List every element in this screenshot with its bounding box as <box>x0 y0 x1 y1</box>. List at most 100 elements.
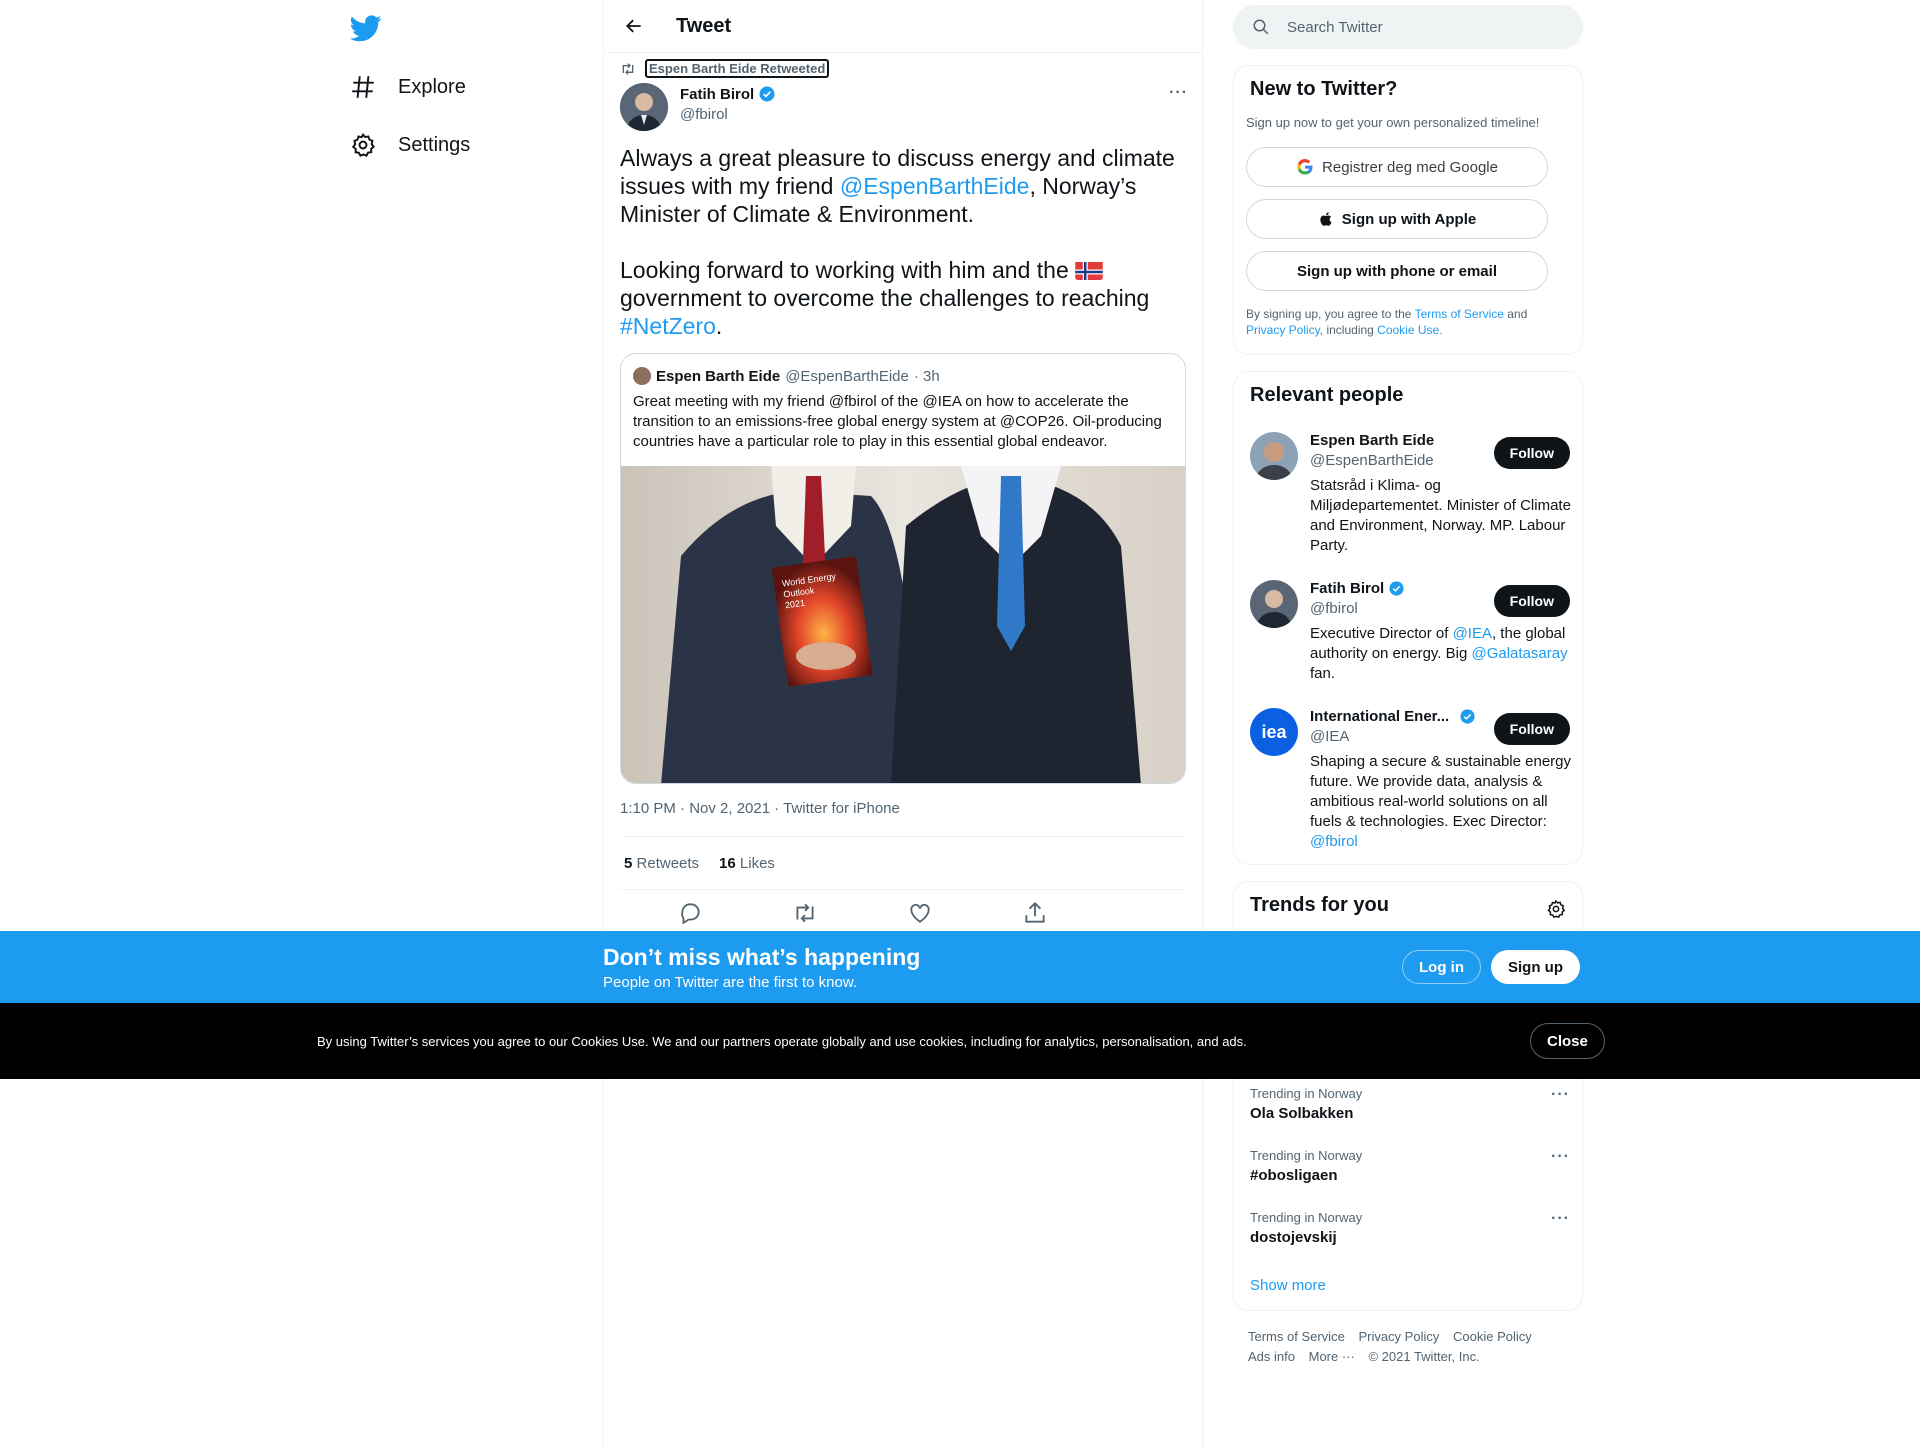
person-name[interactable]: Fatih Birol <box>1310 580 1384 597</box>
google-signup-button[interactable]: Registrer deg med Google <box>1246 147 1548 187</box>
person-handle[interactable]: @fbirol <box>1310 600 1358 617</box>
trend-context: Trending in Norway <box>1250 1210 1363 1225</box>
google-icon <box>1297 158 1313 175</box>
trend-item[interactable]: Trending in Norway Ola Solbakken ··· <box>1250 1086 1570 1122</box>
footer-link[interactable]: Ads info <box>1248 1349 1295 1364</box>
apple-icon <box>1320 212 1332 226</box>
footer-link[interactable]: More ··· <box>1309 1349 1355 1364</box>
hashtag-icon <box>352 76 374 98</box>
person-bio: Statsråd i Klima- og Miljødepartementet.… <box>1310 477 1571 554</box>
person-row[interactable]: Fatih Birol @fbirol Follow Executive Dir… <box>1250 580 1570 690</box>
person-name[interactable]: Espen Barth Eide <box>1310 432 1434 449</box>
trend-name[interactable]: Ola Solbakken <box>1250 1105 1570 1122</box>
person-handle[interactable]: @IEA <box>1310 728 1349 745</box>
retweeted-by: Espen Barth Eide Retweeted <box>620 59 830 78</box>
likes-stat[interactable]: 16 Likes <box>719 855 775 872</box>
iea-logo-avatar[interactable]: iea <box>1250 708 1298 756</box>
nav-explore[interactable]: Explore <box>350 67 466 107</box>
trend-more-icon[interactable]: ··· <box>1551 1148 1570 1166</box>
trend-context: Trending in Norway <box>1250 1148 1363 1163</box>
nav-explore-label: Explore <box>398 75 466 98</box>
page-title: Tweet <box>676 14 732 37</box>
tweet-text: Always a great pleasure to discuss energ… <box>620 144 1185 368</box>
relevant-people-card: Relevant people Espen Barth Eide @EspenB… <box>1233 371 1583 865</box>
trend-item[interactable]: Trending in Norway #obosligaen ··· <box>1250 1148 1570 1184</box>
search-bar[interactable]: Search Twitter <box>1233 5 1583 49</box>
trends-settings-icon[interactable] <box>1546 899 1566 919</box>
privacy-link[interactable]: Privacy Policy <box>1246 323 1320 337</box>
phone-email-signup-button[interactable]: Sign up with phone or email <box>1246 251 1548 291</box>
follow-button[interactable]: Follow <box>1493 437 1570 469</box>
retweet-icon <box>622 62 634 75</box>
author-name[interactable]: Fatih Birol <box>680 86 754 103</box>
trend-item[interactable]: Trending in Norway dostojevskij ··· <box>1250 1210 1570 1246</box>
more-options-icon[interactable]: ··· <box>1169 84 1188 102</box>
trend-more-icon[interactable]: ··· <box>1551 1210 1570 1228</box>
person-row[interactable]: iea International Ener... @IEA Follow Sh… <box>1250 708 1571 850</box>
signup-banner-title: Don’t miss what’s happening <box>603 944 921 970</box>
mention-link[interactable]: @fbirol <box>1310 833 1358 850</box>
quote-author-name: Espen Barth Eide <box>656 367 781 385</box>
follow-button[interactable]: Follow <box>1493 713 1570 745</box>
phone-email-signup-label: Sign up with phone or email <box>1296 262 1497 280</box>
tweet-author: Fatih Birol @fbirol <box>680 85 776 123</box>
quoted-tweet[interactable]: Espen Barth Eide @EspenBarthEide · 3h Gr… <box>620 353 1186 784</box>
person-bio: Shaping a secure & sustainable energy fu… <box>1310 753 1572 850</box>
apple-signup-label: Sign up with Apple <box>1341 210 1477 228</box>
twitter-logo-icon[interactable] <box>350 12 382 44</box>
person-name[interactable]: International Ener... <box>1310 708 1449 725</box>
reply-icon[interactable] <box>677 900 703 926</box>
back-button[interactable] <box>617 9 651 43</box>
person-handle[interactable]: @EspenBarthEide <box>1310 452 1434 469</box>
footer-link[interactable]: Cookie Policy <box>1453 1329 1532 1344</box>
person-avatar[interactable] <box>1250 432 1298 480</box>
quote-time: · 3h <box>913 367 940 385</box>
signup-banner-subtitle: People on Twitter are the first to know. <box>603 974 858 991</box>
footer-links: Ads info More ··· © 2021 Twitter, Inc. <box>1248 1349 1490 1364</box>
follow-button[interactable]: Follow <box>1493 585 1570 617</box>
author-handle[interactable]: @fbirol <box>680 106 776 123</box>
trend-name[interactable]: dostojevskij <box>1250 1229 1570 1246</box>
trend-name[interactable]: #obosligaen <box>1250 1167 1570 1184</box>
mention-link[interactable]: @EspenBarthEide <box>840 173 1030 199</box>
share-icon[interactable] <box>1022 900 1048 926</box>
terms-link[interactable]: Terms of Service <box>1415 307 1504 321</box>
tweet-actions <box>620 900 1186 930</box>
search-icon <box>1253 19 1269 35</box>
retweets-stat[interactable]: 5 Retweets <box>624 855 699 872</box>
verified-badge-icon <box>1460 709 1475 724</box>
like-icon[interactable] <box>907 900 933 926</box>
search-input[interactable]: Search Twitter <box>1287 19 1383 36</box>
new-to-twitter-title: New to Twitter? <box>1250 78 1398 100</box>
footer-link[interactable]: Privacy Policy <box>1358 1329 1439 1344</box>
login-button[interactable]: Log in <box>1402 950 1481 984</box>
person-avatar[interactable] <box>1250 580 1298 628</box>
retweeted-by-label[interactable]: Espen Barth Eide Retweeted <box>645 59 830 78</box>
google-signup-label: Registrer deg med Google <box>1322 158 1498 176</box>
nav-settings[interactable]: Settings <box>350 125 470 165</box>
mention-link[interactable]: @Galatasaray <box>1471 645 1567 662</box>
retweet-button-icon[interactable] <box>792 900 818 926</box>
signup-banner: Don’t miss what’s happening People on Tw… <box>0 931 1920 1003</box>
quote-photo[interactable]: World Energy Outlook 2021 <box>621 466 1186 784</box>
close-button[interactable]: Close <box>1530 1023 1605 1059</box>
cookie-use-link[interactable]: Cookie Use. <box>1377 323 1442 337</box>
hashtag-link[interactable]: #NetZero <box>620 313 716 339</box>
cookie-text: By using Twitter’s services you agree to… <box>317 1034 1247 1049</box>
tweet-stats: 5 Retweets 16 Likes <box>620 836 1186 890</box>
tweet-text-part: government to overcome the challenges to… <box>620 285 1150 311</box>
signup-button[interactable]: Sign up <box>1491 950 1580 984</box>
tweet-timestamp[interactable]: 1:10 PM · Nov 2, 2021 · Twitter for iPho… <box>620 800 900 817</box>
apple-signup-button[interactable]: Sign up with Apple <box>1246 199 1548 239</box>
person-bio: Executive Director of @IEA, the global a… <box>1310 625 1568 682</box>
author-avatar[interactable] <box>620 83 668 131</box>
person-row[interactable]: Espen Barth Eide @EspenBarthEide Follow … <box>1250 432 1571 562</box>
new-to-twitter-card: New to Twitter? Sign up now to get your … <box>1233 65 1583 355</box>
trend-more-icon[interactable]: ··· <box>1551 1086 1570 1104</box>
mention-link[interactable]: @IEA <box>1453 625 1492 642</box>
verified-badge-icon <box>759 86 775 102</box>
quote-avatar <box>633 367 651 385</box>
show-more-link[interactable]: Show more <box>1250 1277 1326 1294</box>
footer-link[interactable]: Terms of Service <box>1248 1329 1345 1344</box>
trends-title: Trends for you <box>1250 894 1389 916</box>
